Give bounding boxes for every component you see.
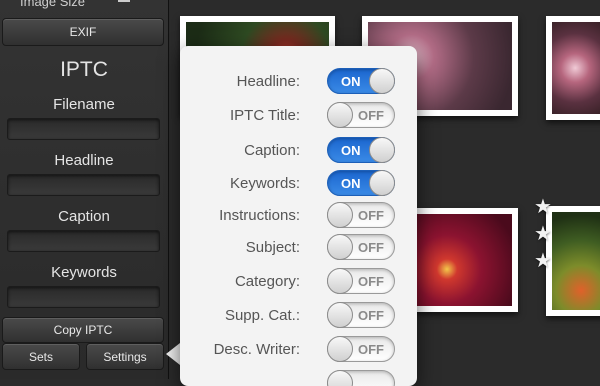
toggle-label: Desc. Writer:: [213, 341, 300, 358]
caption-toggle[interactable]: ON: [327, 137, 395, 163]
toggle-state: OFF: [358, 274, 384, 289]
toggle-knob: [369, 137, 395, 163]
collapse-icon[interactable]: [118, 0, 130, 2]
star-icon[interactable]: ★: [534, 251, 552, 271]
keywords-toggle[interactable]: ON: [327, 170, 395, 196]
toggle-row-instructions: Instructions: OFF: [180, 202, 417, 232]
toggle-label: Caption:: [244, 142, 300, 159]
toggle-knob: [327, 302, 353, 328]
photo-thumbnail[interactable]: [406, 208, 518, 312]
headline-label: Headline: [54, 152, 114, 169]
copy-iptc-button[interactable]: Copy IPTC: [2, 317, 164, 343]
toggle-row-keywords: Keywords: ON: [180, 170, 417, 200]
headline-field[interactable]: [7, 174, 160, 196]
iptc-fields-popover: Headline: ON IPTC Title: OFF Caption: ON…: [180, 46, 417, 386]
toggle-row-desc-writer: Desc. Writer: OFF: [180, 336, 417, 366]
star-icon[interactable]: ★: [534, 224, 552, 244]
toggle-state: OFF: [358, 308, 384, 323]
subject-toggle[interactable]: OFF: [327, 234, 395, 260]
toggle-state: OFF: [358, 208, 384, 223]
toggle-knob: [369, 170, 395, 196]
toggle-label: Headline:: [236, 73, 300, 90]
toggle-state: OFF: [358, 108, 384, 123]
keywords-field[interactable]: [7, 286, 160, 308]
popover-arrow: [166, 343, 180, 365]
settings-button[interactable]: Settings: [86, 343, 164, 370]
keywords-label: Keywords: [51, 264, 117, 281]
instructions-toggle[interactable]: OFF: [327, 202, 395, 228]
photo-image: [552, 212, 600, 310]
toggle-row-caption: Caption: ON: [180, 137, 417, 167]
toggle-label: Subject:: [245, 239, 300, 256]
iptc-section-title: IPTC: [60, 58, 108, 81]
toggle-row-headline: Headline: ON: [180, 68, 417, 98]
caption-field[interactable]: [7, 230, 160, 252]
desc-writer-toggle[interactable]: OFF: [327, 336, 395, 362]
toggle-row-category: Category: OFF: [180, 268, 417, 298]
toggle-row-iptc-title: IPTC Title: OFF: [180, 102, 417, 132]
toggle-label: IPTC Title:: [229, 107, 300, 124]
category-toggle[interactable]: OFF: [327, 268, 395, 294]
toggle-state: ON: [341, 176, 361, 191]
toggle-label: Instructions:: [219, 207, 300, 224]
toggle-knob: [327, 202, 353, 228]
toggle-state: ON: [341, 143, 361, 158]
toggle-knob: [327, 234, 353, 260]
toggle-knob: [327, 370, 353, 386]
filename-label: Filename: [53, 96, 115, 113]
toggle-label: Keywords:: [229, 175, 300, 192]
sets-button[interactable]: Sets: [2, 343, 80, 370]
photo-thumbnail[interactable]: [546, 16, 600, 120]
image-size-label: Image Size: [20, 0, 86, 9]
toggle-label: Category:: [234, 273, 300, 290]
partial-toggle[interactable]: [327, 370, 395, 386]
iptc-title-toggle[interactable]: OFF: [327, 102, 395, 128]
toggle-knob: [327, 336, 353, 362]
photo-image: [552, 22, 600, 114]
supp-cat-toggle[interactable]: OFF: [327, 302, 395, 328]
toggle-row-supp-cat: Supp. Cat.: OFF: [180, 302, 417, 332]
filename-field[interactable]: [7, 118, 160, 140]
photo-image: [412, 214, 512, 306]
toggle-knob: [369, 68, 395, 94]
toggle-state: OFF: [358, 342, 384, 357]
toggle-state: OFF: [358, 240, 384, 255]
caption-label: Caption: [58, 208, 110, 225]
headline-toggle[interactable]: ON: [327, 68, 395, 94]
sidebar: Image Size EXIF IPTC Filename Headline C…: [0, 0, 169, 379]
toggle-row-subject: Subject: OFF: [180, 234, 417, 264]
photo-thumbnail[interactable]: [546, 206, 600, 316]
toggle-row-partial: [180, 370, 417, 386]
toggle-label: Supp. Cat.:: [224, 307, 300, 324]
toggle-knob: [327, 102, 353, 128]
exif-button[interactable]: EXIF: [2, 18, 164, 46]
star-icon[interactable]: ★: [534, 197, 552, 217]
toggle-knob: [327, 268, 353, 294]
toggle-state: ON: [341, 74, 361, 89]
